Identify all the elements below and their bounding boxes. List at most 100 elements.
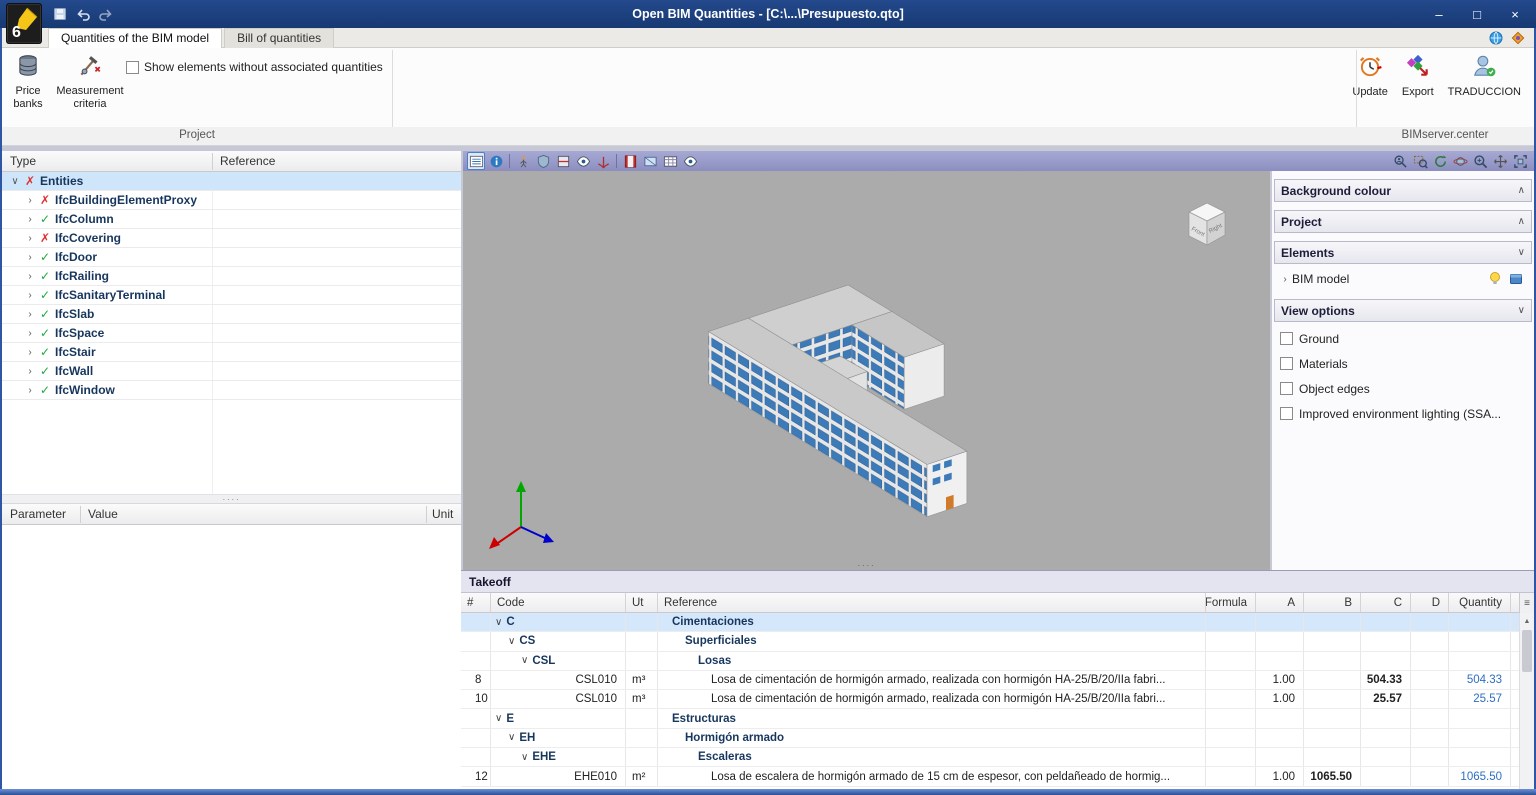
tree-item-ifcwindow[interactable]: ›✓IfcWindow [2, 381, 461, 400]
checkbox-box[interactable] [1280, 382, 1293, 395]
expander-icon[interactable]: ∨ [521, 655, 528, 666]
traduccion-user-button[interactable]: TRADUCCION [1443, 53, 1526, 98]
visible-elements-button[interactable] [467, 152, 485, 170]
takeoff-column-num[interactable]: # [461, 593, 491, 612]
expander-icon[interactable]: ∨ [521, 752, 528, 763]
project-section[interactable]: Project ∧ [1274, 210, 1532, 233]
checkbox-improved-environment-lighting-ssa[interactable]: Improved environment lighting (SSA... [1272, 401, 1534, 426]
expander-icon[interactable]: › [23, 366, 37, 377]
takeoff-column-quantity[interactable]: Quantity [1449, 593, 1511, 612]
gizmo-button[interactable] [594, 152, 612, 170]
section-button[interactable] [554, 152, 572, 170]
orbit-button[interactable] [1451, 152, 1469, 170]
column-type[interactable]: Type [10, 154, 36, 168]
app-logo-icon[interactable]: 6 [6, 3, 42, 44]
chevron-down-icon[interactable]: ∨ [1518, 247, 1525, 258]
pan-button[interactable] [1491, 152, 1509, 170]
checkbox-materials[interactable]: Materials [1272, 351, 1534, 376]
checkbox-box[interactable] [1280, 407, 1293, 420]
chevron-down-icon[interactable]: ∨ [1518, 305, 1525, 316]
eye-button[interactable] [574, 152, 592, 170]
show-elements-checkbox[interactable]: Show elements without associated quantit… [126, 60, 383, 74]
view-options-dropdown[interactable]: View options ∨ [1274, 299, 1532, 322]
bimserver-sync-icon[interactable] [1488, 30, 1504, 49]
close-button[interactable]: × [1496, 2, 1534, 26]
takeoff-column-formula[interactable]: Formula [1206, 593, 1256, 612]
expander-icon[interactable]: › [23, 252, 37, 263]
takeoff-row-ehe[interactable]: ∨EHEEscaleras [461, 748, 1534, 767]
tree-item-ifcwall[interactable]: ›✓IfcWall [2, 362, 461, 381]
info-button[interactable] [487, 152, 505, 170]
expander-icon[interactable]: ∨ [508, 636, 515, 647]
collapse-icon[interactable]: ∧ [1518, 216, 1525, 227]
takeoff-row-10[interactable]: 10CSL010m³Losa de cimentación de hormigó… [461, 690, 1534, 709]
expander-icon[interactable]: › [1278, 274, 1292, 285]
visibility-bulb-icon[interactable] [1487, 270, 1503, 289]
grid-button[interactable] [661, 152, 679, 170]
minimize-button[interactable]: – [1420, 2, 1458, 26]
zoom-window-button[interactable] [1411, 152, 1429, 170]
redo-button[interactable] [96, 4, 116, 24]
bim-model-3d[interactable] [463, 171, 1270, 570]
update-button[interactable]: Update [1347, 53, 1392, 98]
tab-quantities-of-the-bim-model[interactable]: Quantities of the BIM model [48, 28, 222, 48]
panel-splitter-handle[interactable]: ∙∙∙∙ [2, 494, 461, 504]
tree-item-ifcsanitaryterminal[interactable]: ›✓IfcSanitaryTerminal [2, 286, 461, 305]
checkbox-box[interactable] [1280, 332, 1293, 345]
expander-icon[interactable]: › [23, 290, 37, 301]
tree-item-ifcbuildingelementproxy[interactable]: ›✗IfcBuildingElementProxy [2, 191, 461, 210]
takeoff-columns-button[interactable]: ≡ [1519, 593, 1534, 613]
tree-item-ifcslab[interactable]: ›✓IfcSlab [2, 305, 461, 324]
shield-button[interactable] [534, 152, 552, 170]
checkbox-box[interactable] [126, 61, 139, 74]
scroll-up-icon[interactable]: ▲ [1520, 613, 1534, 629]
elements-dropdown[interactable]: Elements ∨ [1274, 241, 1532, 264]
undo-button[interactable] [73, 4, 93, 24]
takeoff-column-ut[interactable]: Ut [626, 593, 658, 612]
bim-model-item[interactable]: › BIM model [1274, 267, 1532, 291]
expander-icon[interactable]: › [23, 233, 37, 244]
export-button[interactable]: Export [1397, 53, 1439, 98]
background-colour-section[interactable]: Background colour ∧ [1274, 179, 1532, 202]
takeoff-scrollbar[interactable]: ▲ [1519, 613, 1534, 789]
search-element-button[interactable] [1391, 152, 1409, 170]
takeoff-row-8[interactable]: 8CSL010m³Losa de cimentación de hormigón… [461, 671, 1534, 690]
fullscreen-button[interactable] [1511, 152, 1529, 170]
collapse-icon[interactable]: ∧ [1518, 185, 1525, 196]
takeoff-row-e[interactable]: ∨EEstructuras [461, 709, 1534, 728]
maximize-button[interactable]: □ [1458, 2, 1496, 26]
tree-item-ifccovering[interactable]: ›✗IfcCovering [2, 229, 461, 248]
redraw-button[interactable] [1431, 152, 1449, 170]
takeoff-column-a[interactable]: A [1256, 593, 1304, 612]
help-icon[interactable] [1510, 30, 1526, 49]
expander-icon[interactable]: › [23, 271, 37, 282]
expander-icon[interactable]: › [23, 347, 37, 358]
column-value[interactable]: Value [88, 507, 118, 521]
expander-icon[interactable]: › [23, 309, 37, 320]
expander-icon[interactable]: › [23, 328, 37, 339]
expander-icon[interactable]: › [23, 214, 37, 225]
tree-item-ifcstair[interactable]: ›✓IfcStair [2, 343, 461, 362]
column-unit[interactable]: Unit [432, 507, 453, 521]
person-button[interactable] [514, 152, 532, 170]
takeoff-column-b[interactable]: B [1304, 593, 1361, 612]
eye-button[interactable] [681, 152, 699, 170]
measurement-criteria-button[interactable]: Measurement criteria [52, 53, 128, 111]
tree-item-ifcdoor[interactable]: ›✓IfcDoor [2, 248, 461, 267]
takeoff-column-c[interactable]: C [1361, 593, 1411, 612]
checkbox-ground[interactable]: Ground [1272, 326, 1534, 351]
viewport-splitter-handle[interactable]: ∙∙∙∙ [857, 561, 875, 569]
tree-item-entities[interactable]: ∨✗Entities [2, 172, 461, 191]
checkbox-box[interactable] [1280, 357, 1293, 370]
checkbox-object-edges[interactable]: Object edges [1272, 376, 1534, 401]
expander-icon[interactable]: ∨ [495, 617, 502, 628]
tree-item-ifcrailing[interactable]: ›✓IfcRailing [2, 267, 461, 286]
column-parameter[interactable]: Parameter [10, 507, 66, 521]
expander-icon[interactable]: › [23, 385, 37, 396]
takeoff-row-csl[interactable]: ∨CSLLosas [461, 652, 1534, 671]
redbook-button[interactable] [621, 152, 639, 170]
takeoff-row-cs[interactable]: ∨CSSuperficiales [461, 632, 1534, 651]
model-cube-icon[interactable] [1508, 270, 1524, 289]
save-button[interactable] [50, 4, 70, 24]
scrollbar-thumb[interactable] [1522, 630, 1532, 672]
